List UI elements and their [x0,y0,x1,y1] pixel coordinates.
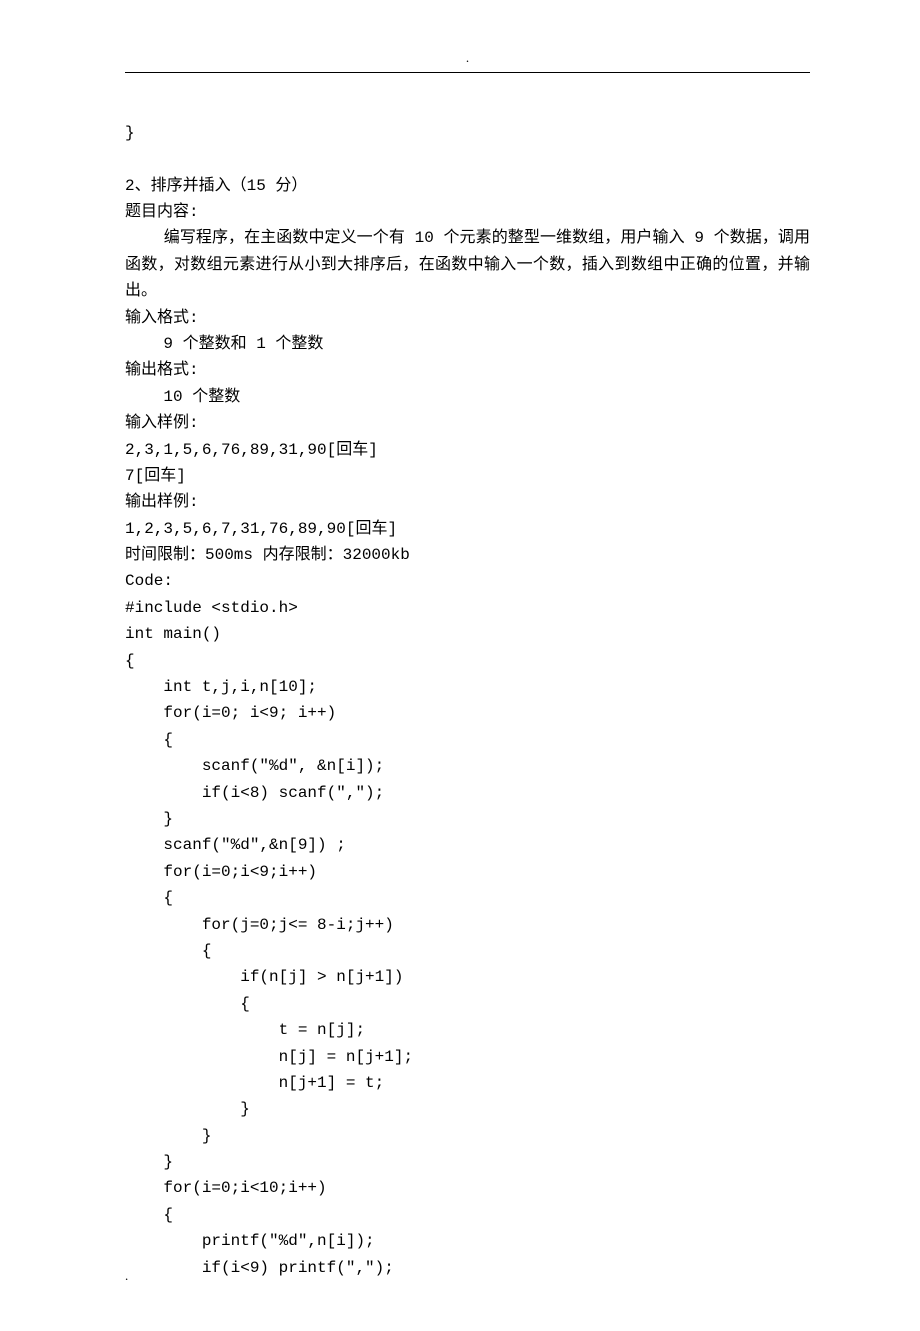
code-line: { [125,652,135,670]
code-line: { [125,1206,173,1224]
code-line: for(i=0; i<9; i++) [125,704,336,722]
code-line: scanf("%d", &n[i]); [125,757,384,775]
document-page: . } 2、排序并插入（15 分） 题目内容: 编写程序，在主函数中定义一个有 … [0,0,920,1331]
code-line: } [125,1127,211,1145]
problem-description: 编写程序，在主函数中定义一个有 10 个元素的整型一维数组，用户输入 9 个数据… [125,225,810,304]
prev-code-closing-brace: } [125,124,135,142]
output-sample-line1: 1,2,3,5,6,7,31,76,89,90[回车] [125,520,397,538]
code-line: n[j+1] = t; [125,1074,384,1092]
code-line: if(n[j] > n[j+1]) [125,968,403,986]
header-dot: . [125,47,810,68]
code-line: { [125,889,173,907]
code-line: for(i=0;i<10;i++) [125,1179,327,1197]
output-format-label: 输出格式: [125,361,199,379]
code-line: } [125,1100,250,1118]
code-line: scanf("%d",&n[9]) ; [125,836,346,854]
code-line: for(j=0;j<= 8-i;j++) [125,916,394,934]
code-line: t = n[j]; [125,1021,365,1039]
code-line: #include <stdio.h> [125,599,298,617]
code-line: if(i<8) scanf(","); [125,784,384,802]
code-line: for(i=0;i<9;i++) [125,863,317,881]
code-label: Code: [125,572,173,590]
code-line: { [125,731,173,749]
footer-dot: . [125,1265,128,1286]
code-line: { [125,942,211,960]
input-format-label: 输入格式: [125,309,199,327]
document-body: } 2、排序并插入（15 分） 题目内容: 编写程序，在主函数中定义一个有 10… [125,93,810,1281]
code-line: printf("%d",n[i]); [125,1232,375,1250]
horizontal-rule [125,72,810,73]
problem-title: 2、排序并插入（15 分） [125,177,307,195]
code-line: } [125,1153,173,1171]
code-line: if(i<9) printf(","); [125,1259,394,1277]
input-format-body: 9 个整数和 1 个整数 [125,335,323,353]
input-sample-line2: 7[回车] [125,467,186,485]
input-sample-line1: 2,3,1,5,6,76,89,31,90[回车] [125,441,378,459]
code-line: { [125,995,250,1013]
code-line: int t,j,i,n[10]; [125,678,317,696]
output-format-body: 10 个整数 [125,388,240,406]
section-content-label: 题目内容: [125,203,199,221]
input-sample-label: 输入样例: [125,414,199,432]
code-line: } [125,810,173,828]
output-sample-label: 输出样例: [125,493,199,511]
limits-line: 时间限制：500ms 内存限制：32000kb [125,546,410,564]
code-line: int main() [125,625,221,643]
code-line: n[j] = n[j+1]; [125,1048,413,1066]
